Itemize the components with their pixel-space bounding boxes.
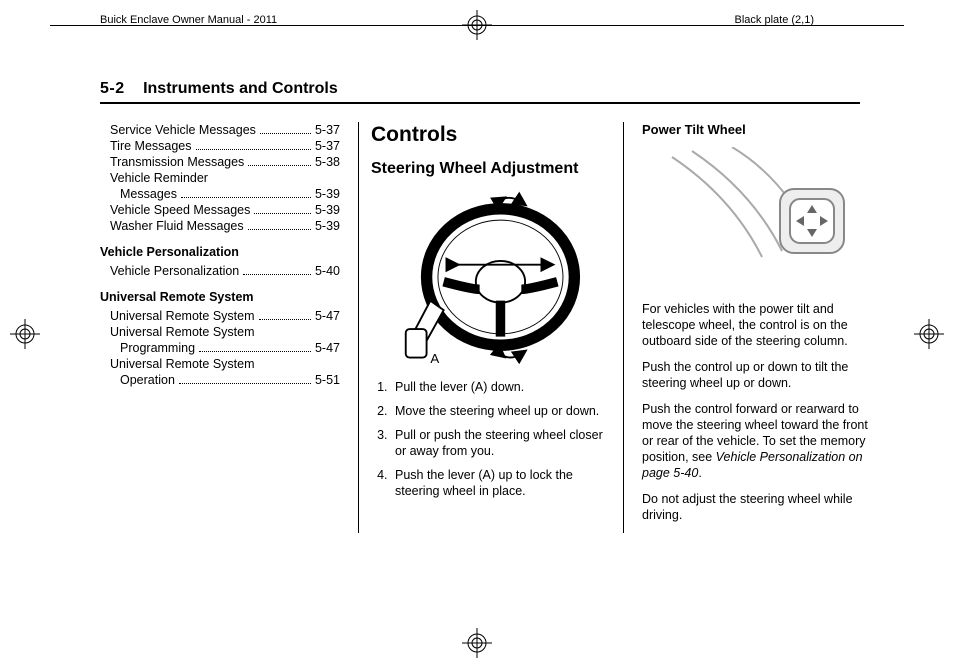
heading-power-tilt: Power Tilt Wheel xyxy=(642,122,882,139)
toc-page: 5-40 xyxy=(315,263,340,279)
toc-label: Service Vehicle Messages xyxy=(110,122,256,138)
body-text-span: . xyxy=(698,466,701,480)
column-toc: Service Vehicle Messages 5-37 Tire Messa… xyxy=(100,122,340,533)
print-mark-right xyxy=(914,319,944,349)
toc-item: Operation 5-51 xyxy=(100,372,340,388)
section-page-number: 5-2 xyxy=(100,80,125,97)
step-item: Pull or push the steering wheel closer o… xyxy=(391,427,611,459)
toc-label: Washer Fluid Messages xyxy=(110,218,244,234)
toc-leader xyxy=(260,123,311,134)
toc-page: 5-37 xyxy=(315,122,340,138)
toc-leader xyxy=(259,309,311,320)
illustration-label-a: A xyxy=(430,352,439,367)
heading-controls: Controls xyxy=(371,122,611,149)
toc-item: Universal Remote System xyxy=(100,324,340,340)
toc-page: 5-47 xyxy=(315,308,340,324)
toc-label: Messages xyxy=(120,186,177,202)
columns: Service Vehicle Messages 5-37 Tire Messa… xyxy=(100,122,860,533)
toc-leader xyxy=(243,264,311,275)
toc-leader xyxy=(254,203,311,214)
toc-label: Universal Remote System xyxy=(110,308,255,324)
toc-page: 5-39 xyxy=(315,218,340,234)
column-power-tilt: Power Tilt Wheel For vehicle xyxy=(642,122,882,533)
toc-leader xyxy=(248,155,311,166)
step-item: Pull the lever (A) down. xyxy=(391,379,611,395)
body-text: Push the control up or down to tilt the … xyxy=(642,359,882,391)
toc-heading: Vehicle Personalization xyxy=(100,244,340,260)
page-body: 5-2 Instruments and Controls Service Veh… xyxy=(100,80,860,533)
steering-wheel-illustration: A xyxy=(391,187,591,367)
toc-leader xyxy=(248,219,311,230)
section-rule xyxy=(100,102,860,104)
power-tilt-illustration xyxy=(662,147,862,287)
step-item: Move the steering wheel up or down. xyxy=(391,403,611,419)
toc-page: 5-47 xyxy=(315,340,340,356)
toc-item: Universal Remote System xyxy=(100,356,340,372)
toc-label: Operation xyxy=(120,372,175,388)
toc-item: Universal Remote System 5-47 xyxy=(100,308,340,324)
toc-leader xyxy=(199,341,311,352)
toc-label: Tire Messages xyxy=(110,138,192,154)
body-text: Do not adjust the steering wheel while d… xyxy=(642,491,882,523)
steps-list: Pull the lever (A) down. Move the steeri… xyxy=(371,379,611,499)
toc-label: Universal Remote System xyxy=(110,356,255,372)
toc-item: Tire Messages 5-37 xyxy=(100,138,340,154)
toc-item: Messages 5-39 xyxy=(100,186,340,202)
toc-label: Transmission Messages xyxy=(110,154,244,170)
toc-item: Service Vehicle Messages 5-37 xyxy=(100,122,340,138)
heading-steering-adjustment: Steering Wheel Adjustment xyxy=(371,159,611,179)
toc-item: Transmission Messages 5-38 xyxy=(100,154,340,170)
toc-label: Programming xyxy=(120,340,195,356)
toc-label: Vehicle Reminder xyxy=(110,170,208,186)
toc-item: Vehicle Personalization 5-40 xyxy=(100,263,340,279)
running-header-rule xyxy=(50,25,904,26)
toc-item: Vehicle Speed Messages 5-39 xyxy=(100,202,340,218)
section-title: Instruments and Controls xyxy=(143,80,338,97)
toc-page: 5-39 xyxy=(315,202,340,218)
toc-leader xyxy=(179,373,311,384)
toc-leader xyxy=(181,187,311,198)
toc-page: 5-37 xyxy=(315,138,340,154)
body-text: Push the control forward or rearward to … xyxy=(642,401,882,481)
section-header: 5-2 Instruments and Controls xyxy=(100,80,860,98)
toc-label: Universal Remote System xyxy=(110,324,255,340)
column-controls: Controls Steering Wheel Adjustment xyxy=(358,122,624,533)
toc-leader xyxy=(196,139,311,150)
toc-item: Programming 5-47 xyxy=(100,340,340,356)
body-text: For vehicles with the power tilt and tel… xyxy=(642,301,882,349)
toc-page: 5-51 xyxy=(315,372,340,388)
print-mark-left xyxy=(10,319,40,349)
toc-label: Vehicle Speed Messages xyxy=(110,202,250,218)
toc-item: Washer Fluid Messages 5-39 xyxy=(100,218,340,234)
toc-label: Vehicle Personalization xyxy=(110,263,239,279)
step-item: Push the lever (A) up to lock the steeri… xyxy=(391,467,611,499)
toc-page: 5-39 xyxy=(315,186,340,202)
toc-item: Vehicle Reminder xyxy=(100,170,340,186)
toc-page: 5-38 xyxy=(315,154,340,170)
toc-heading: Universal Remote System xyxy=(100,289,340,305)
print-mark-bottom xyxy=(462,628,492,658)
